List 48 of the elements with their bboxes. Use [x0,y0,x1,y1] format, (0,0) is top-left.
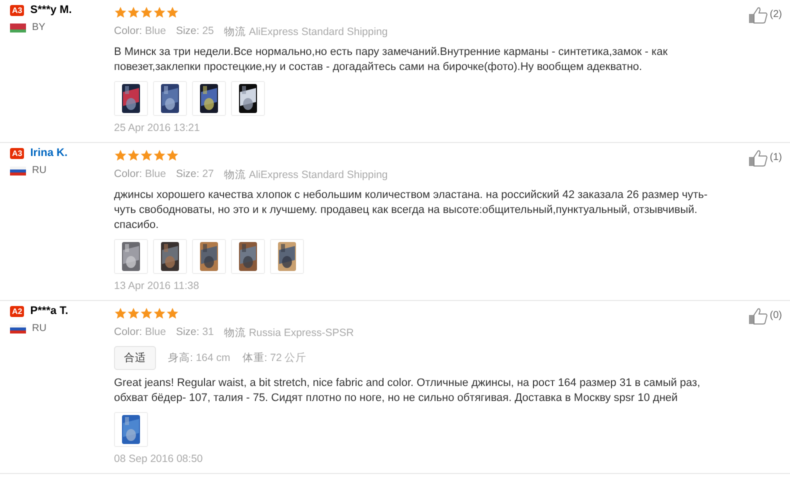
product-spec: Size: 27 [176,168,214,182]
review-text: Great jeans! Regular waist, a bit stretch, nice fabric and color. Отличные джинсы, на рост 164 размер 31 в самый раз, обхват бёдер- 107, талия - 75. Сидят плотно по ноге, но не сильно обтягивая. Доставка в Москву spsr 10 дней [114,376,702,406]
review-date: 13 Apr 2016 11:38 [114,280,200,292]
country-code: RU [32,323,46,334]
thumbs-up-icon[interactable] [748,6,768,24]
body-measure: 身高: 164 cm [168,351,230,365]
star-icon [166,6,179,19]
star-icon [166,149,179,162]
star-icon [114,307,127,320]
product-spec: Color: Blue [114,168,166,182]
like-count: (2) [770,8,782,22]
country-code: BY [32,22,46,33]
star-icon [140,6,153,19]
star-icon [114,149,127,162]
star-icon [140,149,153,162]
level-badge: A3 [10,148,24,158]
star-icon [127,149,140,162]
level-badge: A3 [10,4,24,16]
product-spec: 物流 AliExpress Standard Shipping [224,25,388,39]
review-date: 08 Sep 2016 08:50 [114,453,204,465]
level-badge: A2 [10,306,24,316]
review-text: В Минск за три недели.Все нормально,но есть пару замечаний.Внутренние карманы - синтетика,замок - как повезет,заклепки простецкие,ну и состав - догадайтесь сами на бирочке(фото).Ну вообщем адекватно. [114,45,669,75]
body-measure: 体重: 72 公斤 [242,351,307,365]
star-icon [127,6,140,19]
product-spec: Size: 25 [176,25,214,39]
reviewer-name[interactable]: Irina K. [30,147,68,159]
fit-tag: 合适 [114,346,156,370]
country-code: RU [32,165,46,176]
like-count: (1) [770,151,782,165]
star-icon [153,6,166,19]
star-icon [114,6,127,19]
like-count: (0) [770,309,782,323]
product-spec: 物流 AliExpress Standard Shipping [224,168,388,182]
product-spec: Size: 31 [176,326,214,340]
reviewer-name: S***y M. [30,4,72,16]
thumbs-up-icon[interactable] [748,307,768,325]
review-date: 25 Apr 2016 13:21 [114,122,201,134]
review-text: джинсы хорошего качества хлопок с небольшим количеством эластана. на российский 42 заказала 26 размер чуть- чуть свободноваты, но это и к лучшему. продавец как всегда на высоте:общительный,пунктуальный, отзывчивый. спасибо. [114,188,709,233]
product-spec: 物流 Russia Express-SPSR [224,326,354,340]
star-icon [153,307,166,320]
star-icon [140,307,153,320]
star-icon [153,149,166,162]
reviewer-name: P***a T. [30,305,68,317]
thumbs-up-icon[interactable] [748,149,768,167]
star-icon [127,307,140,320]
product-spec: Color: Blue [114,25,166,39]
product-spec: Color: Blue [114,326,166,340]
star-icon [166,307,179,320]
